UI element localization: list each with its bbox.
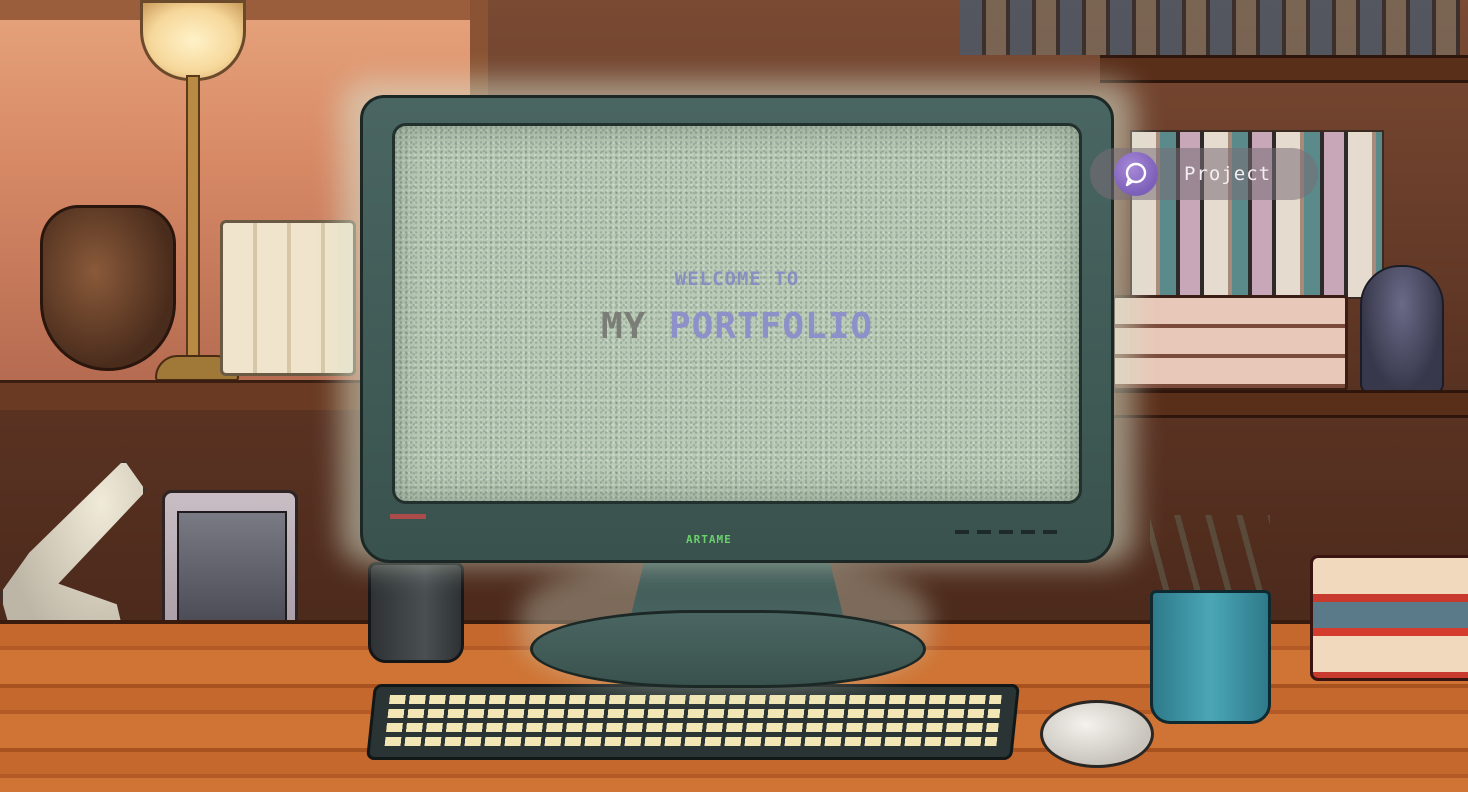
project-nav-label: Project (1184, 163, 1272, 185)
shelf-middle (1100, 390, 1468, 418)
monitor-controls (955, 530, 1065, 534)
monitor-stand-base (530, 610, 926, 688)
books-desk-decoration (1310, 555, 1468, 681)
power-led-icon (390, 514, 426, 519)
pencil-cup-decoration (1150, 590, 1271, 724)
figurine-decoration (1360, 265, 1444, 394)
project-nav-button[interactable]: Project (1090, 148, 1318, 200)
mouse-icon (1040, 700, 1154, 768)
page-title: MY PORTFOLIO (395, 306, 1079, 347)
chat-bubble-icon (1114, 152, 1158, 196)
monitor-brand: ARTAME (686, 533, 732, 546)
keyboard (366, 684, 1020, 760)
books-decoration-left (220, 220, 356, 376)
shelf-top (1100, 55, 1468, 83)
keyboard-keys (384, 695, 1002, 749)
monitor-screen[interactable]: WELCOME TO MY PORTFOLIO (392, 123, 1082, 504)
books-decoration-top (960, 0, 1460, 55)
title-portfolio: PORTFOLIO (668, 306, 874, 347)
books-stack-decoration (1112, 295, 1348, 391)
mug-decoration (368, 562, 464, 663)
portfolio-scene: WELCOME TO MY PORTFOLIO ARTAME Project (0, 0, 1468, 792)
welcome-text: WELCOME TO (674, 268, 800, 290)
lamp-pole (186, 75, 200, 369)
title-my: MY (600, 306, 647, 347)
vase-decoration (40, 205, 176, 371)
pencils-decoration (1150, 515, 1270, 595)
device-screen (177, 511, 287, 630)
